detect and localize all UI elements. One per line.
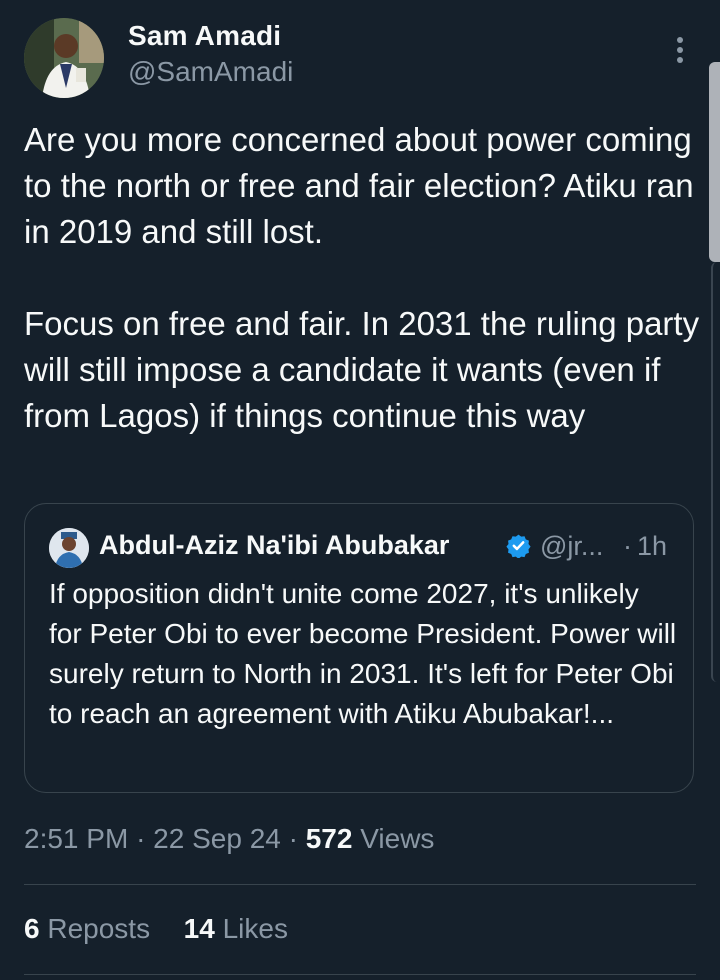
quoted-author-display-name[interactable]: Abdul-Aziz Na'ibi Abubakar <box>99 530 449 561</box>
verified-badge-icon <box>506 534 531 558</box>
scrollbar-thumb[interactable] <box>709 62 720 262</box>
tweet-text: Are you more concerned about power comin… <box>24 121 700 434</box>
quoted-tweet-text: If opposition didn't unite come 2027, it… <box>49 578 677 729</box>
views-count: 572 <box>305 823 353 854</box>
likes-count: 14 <box>183 913 215 944</box>
author-display-name[interactable]: Sam Amadi <box>128 20 281 52</box>
likes-label: Likes <box>222 913 288 944</box>
reposts-label: Reposts <box>47 913 151 944</box>
meta-separator: · <box>136 823 146 854</box>
tweet-time[interactable]: 2:51 PM <box>24 823 128 854</box>
tweet-detail-view: Sam Amadi @SamAmadi Are you more concern… <box>0 0 720 980</box>
more-vertical-icon <box>677 37 683 63</box>
scrollbar-track[interactable] <box>711 262 720 682</box>
quoted-author-avatar[interactable] <box>49 528 89 568</box>
divider <box>24 974 696 975</box>
tweet-date[interactable]: 22 Sep 24 <box>153 823 281 854</box>
views-label: Views <box>360 823 435 854</box>
quoted-author-handle[interactable]: @jr... <box>540 531 603 562</box>
reposts-count: 6 <box>24 913 40 944</box>
quoted-tweet-time[interactable]: 1h <box>637 531 667 562</box>
divider <box>24 884 696 885</box>
more-options-button[interactable] <box>668 32 692 68</box>
author-handle[interactable]: @SamAmadi <box>128 56 293 88</box>
quoted-tweet-card[interactable]: Abdul-Aziz Na'ibi Abubakar @jr... · 1h I… <box>24 503 694 793</box>
likes-stat[interactable]: 14 Likes <box>184 913 288 944</box>
engagement-stats: 6 Reposts 14 Likes <box>24 913 288 945</box>
reposts-stat[interactable]: 6 Reposts <box>24 913 158 944</box>
tweet-meta: 2:51 PM · 22 Sep 24 · 572 Views <box>24 823 434 855</box>
author-avatar[interactable] <box>24 18 104 98</box>
meta-separator: · <box>288 823 298 854</box>
quoted-time-separator: · <box>623 531 632 561</box>
